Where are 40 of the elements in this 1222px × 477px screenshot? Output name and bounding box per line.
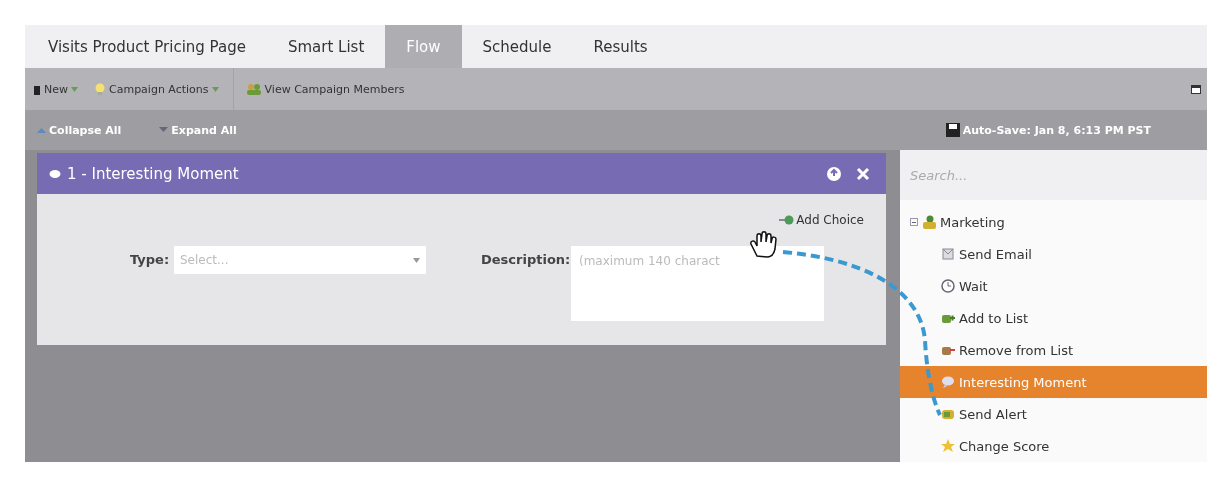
star-icon bbox=[940, 438, 956, 454]
hand-cursor-icon bbox=[750, 231, 777, 258]
caret-icon bbox=[413, 257, 420, 263]
speech-bubble-icon bbox=[49, 168, 61, 179]
search-field[interactable]: Search... bbox=[900, 150, 1207, 200]
palette-item[interactable]: Change Score bbox=[900, 430, 1207, 462]
speech-bubble-icon bbox=[940, 374, 956, 390]
palette-item[interactable]: Add to List bbox=[900, 302, 1207, 334]
add-choice-icon bbox=[778, 214, 795, 226]
toolbar-button[interactable]: New bbox=[31, 82, 92, 96]
collapse-toggle-icon[interactable] bbox=[910, 218, 918, 226]
clock-icon bbox=[940, 278, 956, 294]
window-icon[interactable] bbox=[1191, 84, 1201, 94]
toolbar-button[interactable]: View Campaign Members bbox=[243, 82, 419, 96]
tab[interactable]: Schedule bbox=[461, 25, 573, 68]
people-icon bbox=[245, 83, 262, 95]
save-icon bbox=[945, 123, 960, 137]
type-label: Type: bbox=[130, 252, 170, 267]
tab[interactable]: Smart List bbox=[266, 25, 386, 68]
up-arrow-icon bbox=[37, 127, 46, 133]
down-arrow-icon bbox=[159, 127, 169, 133]
palette-item[interactable]: Send Alert bbox=[900, 398, 1207, 430]
toolbar-button[interactable]: Campaign Actions bbox=[92, 82, 233, 96]
tree-folder[interactable]: Marketing bbox=[900, 206, 1011, 238]
lightbulb-icon bbox=[94, 83, 106, 95]
autosave-status: Auto-Save: Jan 8, 6:13 PM PST bbox=[962, 123, 1151, 137]
palette-item[interactable]: Remove from List bbox=[900, 334, 1207, 366]
palette-item[interactable]: Wait bbox=[900, 270, 1207, 302]
tab[interactable]: Visits Product Pricing Page bbox=[27, 25, 267, 68]
caret-icon bbox=[71, 86, 78, 92]
palette-item[interactable]: Send Email bbox=[900, 238, 1207, 270]
people-icon bbox=[921, 214, 937, 230]
step-title: 1 - Interesting Moment bbox=[67, 164, 240, 183]
caret-icon bbox=[211, 86, 219, 92]
description-field[interactable]: (maximum 140 charact bbox=[571, 246, 824, 321]
email-icon bbox=[940, 246, 956, 262]
tab[interactable]: Results bbox=[572, 25, 669, 68]
trash-icon bbox=[33, 83, 41, 95]
add-choice-button[interactable]: Add Choice bbox=[772, 212, 870, 228]
description-label: Description: bbox=[481, 252, 571, 267]
